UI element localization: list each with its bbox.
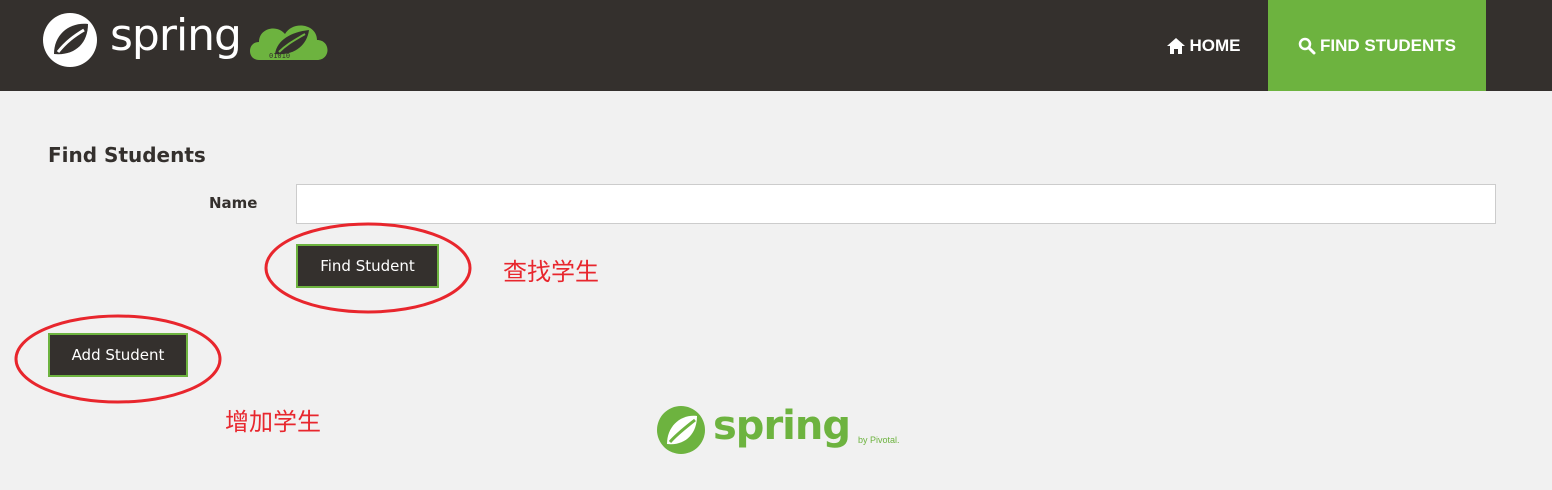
search-icon	[1298, 37, 1316, 54]
footer-spring-logo: spring by Pivotal.	[655, 400, 900, 460]
page-title: Find Students	[48, 143, 206, 167]
nav-find-students[interactable]: FIND STUDENTS	[1268, 0, 1486, 91]
name-label: Name	[209, 194, 258, 212]
find-student-annotation: 查找学生	[503, 258, 599, 286]
home-icon	[1166, 37, 1185, 54]
cloud-leaf-icon: 01010	[249, 25, 328, 60]
footer-brand-text: spring	[713, 403, 851, 449]
name-input[interactable]	[296, 184, 1496, 224]
top-navbar: spring 01010 HOME FIND STUDENTS	[0, 0, 1552, 91]
add-student-button[interactable]: Add Student	[48, 333, 188, 377]
nav-home-label: HOME	[1189, 35, 1241, 55]
nav-find-students-label: FIND STUDENTS	[1320, 35, 1456, 55]
spring-leaf-icon	[43, 13, 97, 67]
footer-by-pivotal: by Pivotal.	[858, 435, 900, 445]
add-student-annotation: 增加学生	[225, 408, 321, 436]
nav-home[interactable]: HOME	[1148, 0, 1258, 91]
brand-text: spring	[110, 10, 242, 61]
cloud-badge-text: 01010	[269, 52, 290, 60]
spring-leaf-icon	[657, 406, 705, 454]
spring-cloud-logo[interactable]: spring 01010	[40, 10, 331, 70]
find-student-button[interactable]: Find Student	[296, 244, 439, 288]
